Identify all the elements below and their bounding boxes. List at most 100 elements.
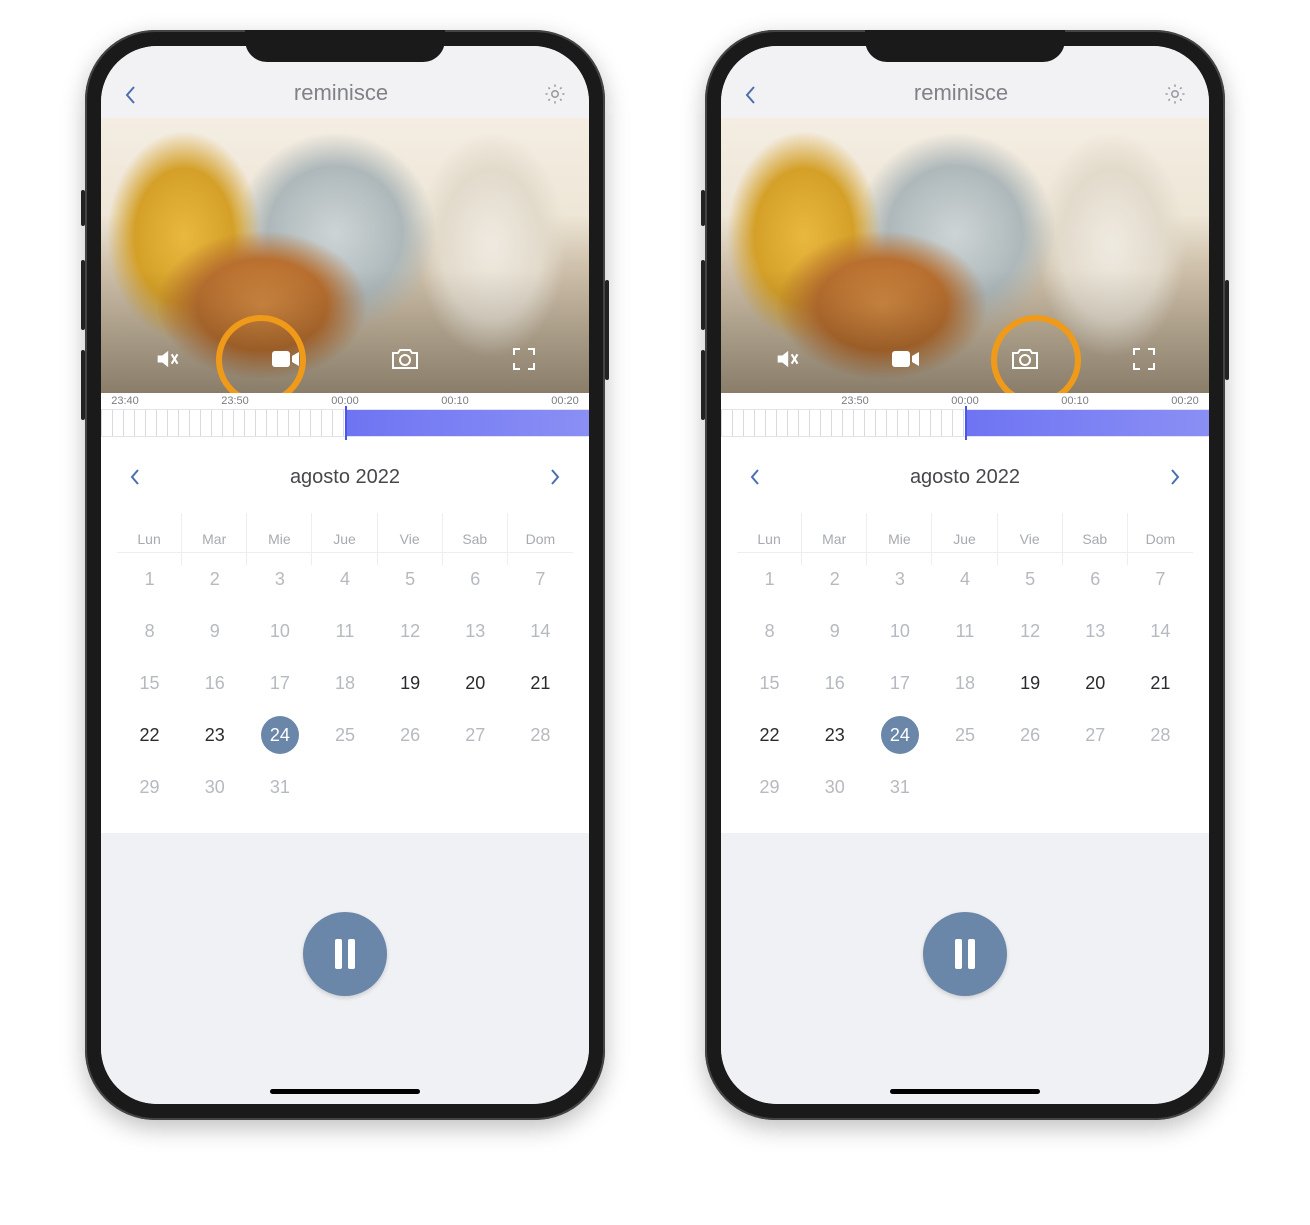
back-button[interactable] xyxy=(123,84,139,106)
prev-month-button[interactable] xyxy=(129,468,141,486)
calendar-day[interactable]: 15 xyxy=(737,657,802,709)
mute-button[interactable] xyxy=(147,339,187,379)
timeline-recorded-range xyxy=(965,410,1209,436)
month-navigator: agosto 2022 xyxy=(101,445,589,509)
calendar-day[interactable]: 16 xyxy=(802,657,867,709)
calendar-day[interactable]: 15 xyxy=(117,657,182,709)
calendar-day[interactable]: 13 xyxy=(443,605,508,657)
timeline-track[interactable] xyxy=(721,409,1209,437)
calendar-day[interactable]: 3 xyxy=(867,553,932,605)
home-indicator[interactable] xyxy=(890,1089,1040,1094)
calendar-day[interactable]: 1 xyxy=(737,553,802,605)
app-header: reminisce xyxy=(721,46,1209,118)
calendar-day[interactable]: 7 xyxy=(1128,553,1193,605)
calendar-day[interactable]: 2 xyxy=(182,553,247,605)
fullscreen-button[interactable] xyxy=(1124,339,1164,379)
playback-timeline[interactable]: 23:5000:0000:1000:20 xyxy=(721,393,1209,445)
calendar-day-selected[interactable]: 24 xyxy=(261,716,299,754)
pause-button[interactable] xyxy=(923,912,1007,996)
calendar-day[interactable]: 1 xyxy=(117,553,182,605)
calendar-day[interactable]: 23 xyxy=(182,709,247,761)
settings-button[interactable] xyxy=(1163,82,1187,106)
calendar-day[interactable]: 29 xyxy=(737,761,802,813)
calendar-day[interactable]: 8 xyxy=(737,605,802,657)
record-video-button[interactable] xyxy=(266,339,306,379)
calendar-day[interactable]: 30 xyxy=(182,761,247,813)
calendar-day[interactable]: 9 xyxy=(802,605,867,657)
calendar-day[interactable]: 14 xyxy=(508,605,573,657)
calendar-day[interactable]: 23 xyxy=(802,709,867,761)
calendar-day[interactable]: 21 xyxy=(508,657,573,709)
calendar-body: 1234567891011121314151617181920212223242… xyxy=(737,553,1193,813)
calendar-day[interactable]: 5 xyxy=(378,553,443,605)
calendar-day[interactable]: 28 xyxy=(508,709,573,761)
calendar-day[interactable]: 4 xyxy=(932,553,997,605)
mute-button[interactable] xyxy=(767,339,807,379)
calendar-day[interactable]: 17 xyxy=(247,657,312,709)
fullscreen-button[interactable] xyxy=(504,339,544,379)
phone-frame: reminisce xyxy=(85,30,605,1120)
snapshot-button[interactable] xyxy=(385,339,425,379)
calendar-day[interactable]: 10 xyxy=(247,605,312,657)
timeline-track[interactable] xyxy=(101,409,589,437)
back-button[interactable] xyxy=(743,84,759,106)
calendar-day-selected[interactable]: 24 xyxy=(881,716,919,754)
calendar-day[interactable]: 26 xyxy=(998,709,1063,761)
calendar-day[interactable]: 28 xyxy=(1128,709,1193,761)
calendar-day[interactable]: 9 xyxy=(182,605,247,657)
calendar-day[interactable]: 19 xyxy=(378,657,443,709)
calendar-day[interactable]: 4 xyxy=(312,553,377,605)
calendar-day[interactable]: 5 xyxy=(998,553,1063,605)
calendar-day[interactable]: 20 xyxy=(1063,657,1128,709)
timeline-tick-label: 00:20 xyxy=(1163,395,1207,407)
calendar-day[interactable]: 12 xyxy=(378,605,443,657)
calendar-day[interactable]: 7 xyxy=(508,553,573,605)
calendar-day[interactable]: 14 xyxy=(1128,605,1193,657)
pause-button[interactable] xyxy=(303,912,387,996)
playback-viewport[interactable] xyxy=(721,118,1209,393)
next-month-button[interactable] xyxy=(1169,468,1181,486)
calendar-day[interactable]: 20 xyxy=(443,657,508,709)
record-video-button[interactable] xyxy=(886,339,926,379)
playback-viewport[interactable] xyxy=(101,118,589,393)
calendar-day[interactable]: 3 xyxy=(247,553,312,605)
prev-month-button[interactable] xyxy=(749,468,761,486)
calendar-day[interactable]: 18 xyxy=(932,657,997,709)
snapshot-button[interactable] xyxy=(1005,339,1045,379)
calendar-day[interactable]: 25 xyxy=(312,709,377,761)
calendar-day[interactable]: 16 xyxy=(182,657,247,709)
calendar-day[interactable]: 29 xyxy=(117,761,182,813)
calendar: LunMarMieJueVieSabDom 123456789101112131… xyxy=(721,509,1209,833)
calendar-day[interactable]: 6 xyxy=(1063,553,1128,605)
calendar-day[interactable]: 11 xyxy=(312,605,377,657)
calendar-day[interactable]: 22 xyxy=(737,709,802,761)
calendar-day[interactable]: 26 xyxy=(378,709,443,761)
playback-timeline[interactable]: 23:4023:5000:0000:1000:20 xyxy=(101,393,589,445)
phone-frame: reminisce xyxy=(705,30,1225,1120)
volume-button xyxy=(81,350,85,420)
calendar-day[interactable]: 13 xyxy=(1063,605,1128,657)
calendar-day[interactable]: 24 xyxy=(867,709,932,761)
calendar-day[interactable]: 12 xyxy=(998,605,1063,657)
home-indicator[interactable] xyxy=(270,1089,420,1094)
calendar-day[interactable]: 6 xyxy=(443,553,508,605)
calendar-day[interactable]: 30 xyxy=(802,761,867,813)
calendar-day[interactable]: 31 xyxy=(247,761,312,813)
next-month-button[interactable] xyxy=(549,468,561,486)
calendar-day[interactable]: 11 xyxy=(932,605,997,657)
calendar-day[interactable]: 27 xyxy=(443,709,508,761)
settings-button[interactable] xyxy=(543,82,567,106)
calendar-day[interactable]: 17 xyxy=(867,657,932,709)
calendar-day[interactable]: 25 xyxy=(932,709,997,761)
calendar-day[interactable]: 10 xyxy=(867,605,932,657)
calendar-day[interactable]: 27 xyxy=(1063,709,1128,761)
calendar-day[interactable]: 19 xyxy=(998,657,1063,709)
calendar-day[interactable]: 24 xyxy=(247,709,312,761)
calendar-day[interactable]: 21 xyxy=(1128,657,1193,709)
calendar-day[interactable]: 2 xyxy=(802,553,867,605)
calendar-day[interactable]: 8 xyxy=(117,605,182,657)
power-button xyxy=(605,280,609,380)
calendar-day[interactable]: 18 xyxy=(312,657,377,709)
calendar-day[interactable]: 22 xyxy=(117,709,182,761)
calendar-day[interactable]: 31 xyxy=(867,761,932,813)
